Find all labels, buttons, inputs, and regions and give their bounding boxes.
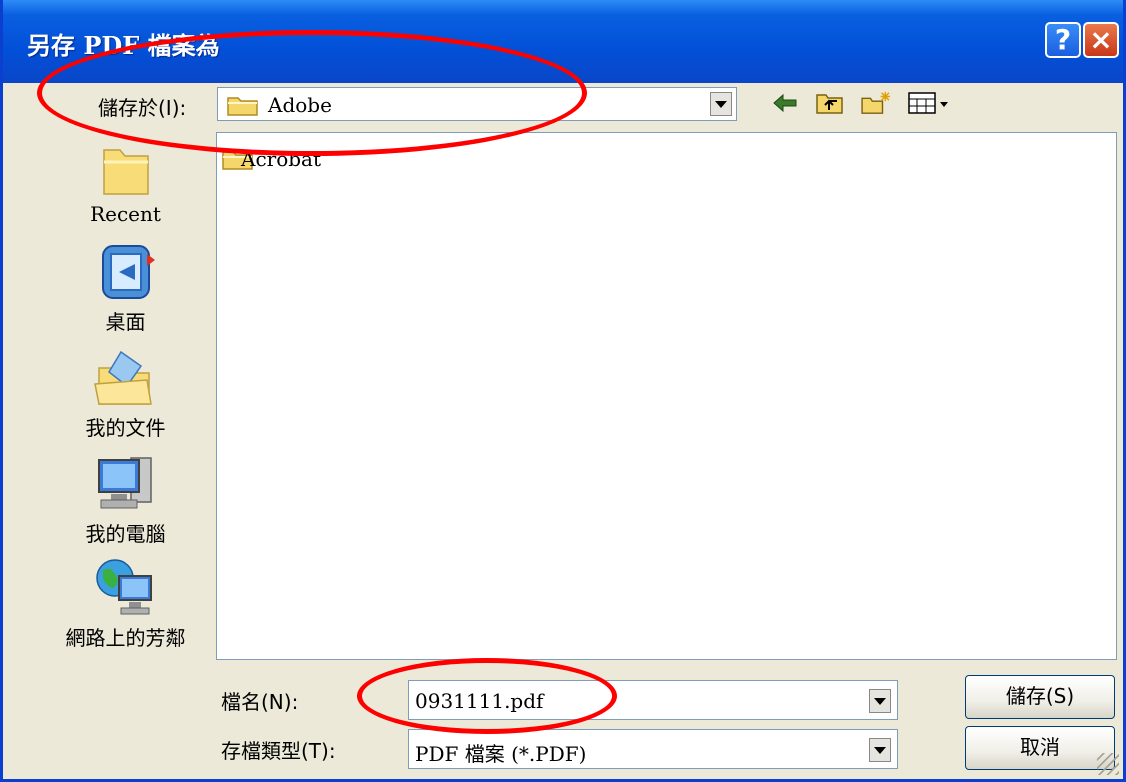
file-name: Acrobat bbox=[241, 147, 322, 171]
save-in-value: Adobe bbox=[268, 93, 332, 117]
help-button[interactable]: ? bbox=[1045, 22, 1081, 58]
filename-dropdown-arrow[interactable] bbox=[869, 689, 891, 713]
cancel-button[interactable]: 取消 bbox=[965, 726, 1115, 770]
places-my-computer-label: 我的電腦 bbox=[85, 522, 166, 546]
my-computer-icon bbox=[97, 457, 152, 509]
new-folder-icon[interactable] bbox=[859, 90, 893, 116]
places-bar: Recent 桌面 我的文件 我的電腦 網路上的芳鄰 bbox=[43, 130, 208, 650]
save-as-dialog: 另存 PDF 檔案為 ? × 儲存於(I): Adobe Recent 桌面 我… bbox=[0, 0, 1126, 782]
view-menu-icon[interactable] bbox=[907, 90, 953, 116]
desktop-icon bbox=[101, 245, 155, 299]
folder-icon bbox=[227, 97, 258, 116]
places-my-computer[interactable]: 我的電腦 bbox=[43, 452, 208, 547]
places-network[interactable]: 網路上的芳鄰 bbox=[43, 556, 208, 651]
places-my-documents[interactable]: 我的文件 bbox=[43, 348, 208, 441]
places-desktop-label: 桌面 bbox=[105, 310, 146, 334]
filetype-dropdown-arrow[interactable] bbox=[869, 738, 891, 762]
places-recent-label: Recent bbox=[90, 202, 161, 226]
save-button[interactable]: 儲存(S) bbox=[965, 675, 1115, 719]
save-in-dropdown[interactable]: Adobe bbox=[217, 87, 737, 121]
recent-folder-icon bbox=[102, 149, 149, 195]
places-network-label: 網路上的芳鄰 bbox=[65, 626, 186, 650]
filename-input[interactable]: 0931111.pdf bbox=[408, 680, 898, 720]
dialog-title: 另存 PDF 檔案為 bbox=[27, 31, 220, 60]
network-places-icon bbox=[95, 559, 152, 615]
title-bar[interactable]: 另存 PDF 檔案為 ? × bbox=[3, 0, 1123, 83]
filename-value: 0931111.pdf bbox=[415, 689, 544, 713]
places-my-documents-label: 我的文件 bbox=[85, 416, 166, 440]
file-list[interactable]: Acrobat bbox=[216, 132, 1117, 660]
save-in-label: 儲存於(I): bbox=[98, 96, 187, 120]
places-recent[interactable]: Recent bbox=[43, 140, 208, 226]
filetype-label: 存檔類型(T): bbox=[221, 739, 336, 763]
places-desktop[interactable]: 桌面 bbox=[43, 242, 208, 335]
save-in-dropdown-arrow[interactable] bbox=[710, 92, 732, 116]
up-folder-icon[interactable] bbox=[815, 90, 845, 116]
back-arrow-icon[interactable] bbox=[771, 90, 799, 116]
filename-label: 檔名(N): bbox=[221, 690, 299, 714]
filetype-select[interactable]: PDF 檔案 (*.PDF) bbox=[408, 729, 898, 769]
filetype-value: PDF 檔案 (*.PDF) bbox=[415, 742, 587, 766]
resize-grip[interactable] bbox=[1097, 753, 1119, 775]
close-button[interactable]: × bbox=[1083, 22, 1119, 58]
my-documents-icon bbox=[93, 350, 152, 405]
